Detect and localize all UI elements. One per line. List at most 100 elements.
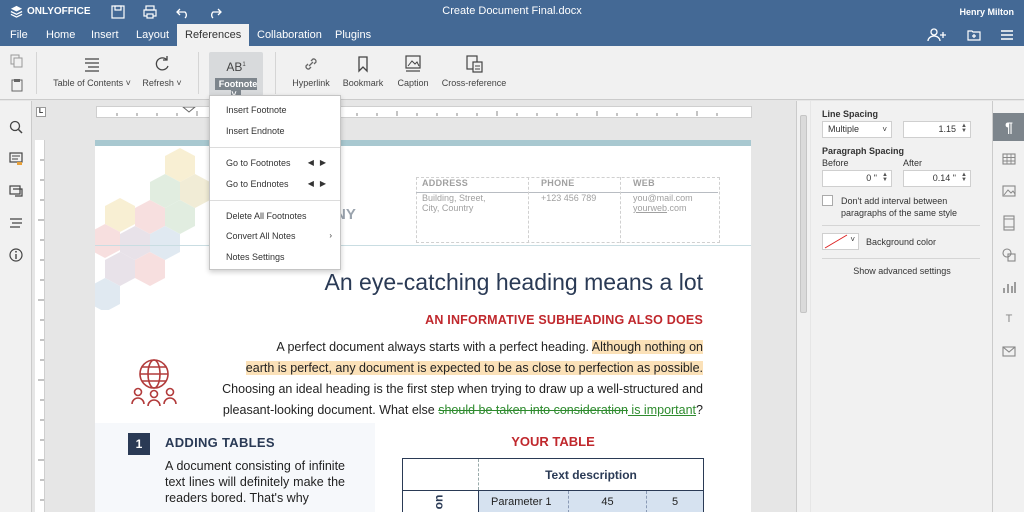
spacing-before-input[interactable]: 0 " ▲ ▼	[822, 170, 892, 187]
tab-references[interactable]: References	[177, 24, 250, 46]
menu-item-notes-settings[interactable]: Notes Settings	[210, 247, 340, 267]
header-footer-settings-icon[interactable]	[1001, 215, 1017, 231]
table-of-contents-label: Table of Contents	[53, 78, 124, 88]
chevron-down-icon: ˅	[176, 78, 182, 88]
show-advanced-settings-link[interactable]: Show advanced settings	[822, 266, 982, 276]
tab-file[interactable]: File	[2, 24, 36, 46]
table-header-cell: Text description	[545, 468, 637, 482]
spacing-before-value: 0 "	[866, 173, 877, 183]
background-color-picker[interactable]: ˅	[822, 233, 859, 250]
footnote-icon: AB1	[226, 60, 246, 74]
spinner-arrows-icon[interactable]: ▲ ▼	[882, 172, 888, 183]
bookmark-icon	[358, 56, 368, 73]
vertical-text: on	[431, 494, 446, 510]
menu-item-go-to-endnotes[interactable]: Go to Endnotes ◀▶	[210, 174, 340, 194]
prev-next-arrows-icon[interactable]: ◀▶	[308, 153, 332, 173]
highlighted-text: Although nothing on	[591, 340, 703, 354]
search-icon[interactable]	[8, 119, 24, 135]
caption-label: Caption	[397, 78, 429, 88]
section-number: 1	[128, 433, 150, 455]
document-table[interactable]: Text description on Parameter 1 45 5	[402, 458, 704, 512]
spacing-after-input[interactable]: 0.14 " ▲ ▼	[903, 170, 971, 187]
open-location-icon[interactable]	[966, 27, 982, 43]
table-of-contents-button[interactable]: Table of Contents ˅	[52, 54, 132, 88]
line-spacing-value-input[interactable]: 1.15 ▲ ▼	[903, 121, 971, 138]
menu-item-go-to-footnotes[interactable]: Go to Footnotes ◀▶	[210, 153, 340, 173]
phone-heading: PHONE	[541, 178, 575, 188]
comments-icon[interactable]	[8, 151, 24, 167]
navigation-icon[interactable]	[8, 215, 24, 231]
table-cell: 45	[569, 491, 647, 512]
web-address: yourweb.com	[633, 203, 693, 213]
menu-item-convert-all-notes[interactable]: Convert All Notes ›	[210, 226, 340, 246]
hyperlink-icon	[305, 58, 317, 70]
address-line: City, Country	[422, 203, 474, 213]
bookmark-label: Bookmark	[342, 78, 384, 88]
vertical-scrollbar[interactable]	[796, 101, 810, 512]
contact-column-divider	[528, 177, 529, 243]
chat-icon[interactable]	[8, 183, 24, 199]
shape-settings-icon[interactable]	[1001, 247, 1017, 263]
footnote-button[interactable]: AB1 Footnote ˅	[209, 52, 263, 100]
line-spacing-type-select[interactable]: Multiple ˅	[822, 121, 892, 138]
refresh-button[interactable]: Refresh ˅	[140, 54, 184, 88]
tab-home[interactable]: Home	[38, 24, 83, 46]
contact-column-divider	[620, 177, 621, 243]
add-user-icon[interactable]	[926, 27, 948, 43]
spinner-arrows-icon[interactable]: ▲ ▼	[961, 123, 967, 134]
paragraph-settings-panel: Line Spacing Multiple ˅ 1.15 ▲ ▼ Paragrap…	[811, 101, 992, 512]
tab-insert[interactable]: Insert	[83, 24, 127, 46]
hamburger-menu-icon[interactable]	[999, 27, 1015, 43]
text-art-settings-icon[interactable]: T	[1001, 311, 1017, 327]
body-paragraph[interactable]: A perfect document always starts with a …	[205, 337, 703, 421]
refresh-label: Refresh	[142, 78, 174, 88]
menu-item-insert-endnote[interactable]: Insert Endnote	[210, 121, 340, 141]
toolbar-separator	[198, 52, 199, 94]
image-settings-icon[interactable]	[1001, 183, 1017, 199]
horizontal-ruler[interactable]	[96, 106, 752, 118]
web-link[interactable]: yourweb	[633, 203, 667, 213]
prev-next-arrows-icon[interactable]: ◀▶	[308, 174, 332, 194]
bookmark-button[interactable]: Bookmark	[341, 54, 385, 88]
tab-collaboration[interactable]: Collaboration	[249, 24, 330, 46]
line-spacing-type-value: Multiple	[828, 124, 860, 134]
cross-reference-button[interactable]: Cross-reference	[440, 54, 508, 88]
paragraph-text: A perfect document always starts with a …	[276, 340, 592, 354]
spacing-after-value: 0.14 "	[932, 173, 956, 183]
scrollbar-thumb[interactable]	[800, 115, 807, 313]
menu-item-insert-footnote[interactable]: Insert Footnote	[210, 100, 340, 120]
title-bar: ONLYOFFICE Create Document Final.docx He…	[0, 0, 1024, 24]
copy-icon[interactable]	[10, 54, 24, 68]
spinner-arrows-icon[interactable]: ▲ ▼	[961, 172, 967, 183]
header-separator	[95, 245, 751, 246]
caption-button[interactable]: Caption	[393, 54, 433, 88]
table-settings-icon[interactable]	[1001, 151, 1017, 167]
dont-add-interval-checkbox[interactable]	[822, 195, 833, 206]
menu-item-delete-all-footnotes[interactable]: Delete All Footnotes	[210, 206, 340, 226]
address-line: Building, Street,	[422, 193, 486, 203]
paragraph-settings-icon[interactable]: ¶	[1001, 119, 1017, 135]
document-page[interactable]: R NY ADDRESS Building, Street, City, Cou…	[95, 140, 751, 512]
user-name[interactable]: Henry Milton	[959, 7, 1014, 17]
tab-layout[interactable]: Layout	[128, 24, 177, 46]
after-label: After	[903, 158, 923, 168]
tracked-deletion[interactable]: should be taken into consideration	[438, 403, 628, 417]
caption-icon	[405, 55, 421, 72]
tab-stop-selector[interactable]: L	[36, 107, 46, 117]
document-subheading: AN INFORMATIVE SUBHEADING ALSO DOES	[425, 313, 703, 327]
footnote-label-text: Footnote	[218, 79, 258, 89]
chart-settings-icon[interactable]	[1001, 279, 1017, 295]
tab-plugins[interactable]: Plugins	[327, 24, 379, 46]
toolbar-separator	[275, 52, 276, 94]
vertical-ruler[interactable]	[35, 140, 45, 512]
paste-icon[interactable]	[10, 78, 24, 92]
table-header-row: Text description	[403, 459, 703, 491]
cross-reference-label: Cross-reference	[441, 78, 507, 88]
tracked-insertion[interactable]: is important	[628, 403, 696, 417]
about-info-icon[interactable]	[8, 247, 24, 263]
line-spacing-label: Line Spacing	[822, 109, 879, 119]
mail-merge-icon[interactable]	[1001, 343, 1017, 359]
hyperlink-button[interactable]: Hyperlink	[289, 54, 333, 88]
panel-divider	[822, 225, 980, 226]
menu-tab-bar: File Home Insert Layout References Colla…	[0, 24, 1024, 46]
